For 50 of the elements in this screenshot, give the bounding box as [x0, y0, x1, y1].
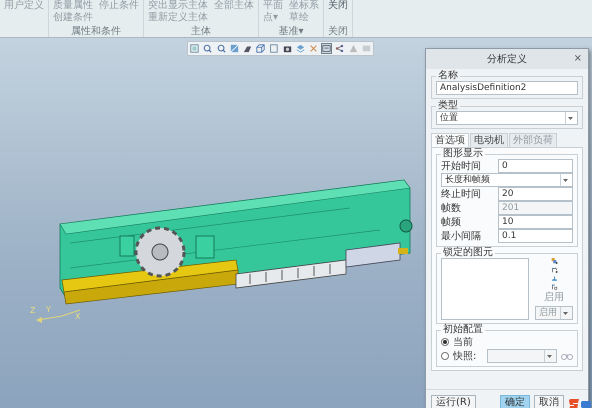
axis-label: X: [75, 312, 80, 321]
caret-icon: [568, 116, 572, 120]
tab[interactable]: 电动机: [470, 133, 508, 147]
field-label: 开始时间: [441, 160, 481, 173]
type-dropdown[interactable]: 位置: [436, 111, 578, 125]
axis-label: Z: [30, 306, 36, 315]
field-label: 最小间隔: [441, 230, 481, 243]
group-label: 初始配置: [442, 325, 484, 335]
field-label: 帧数: [441, 202, 461, 215]
body-lock-icon[interactable]: [548, 258, 560, 264]
page-icon[interactable]: [268, 43, 280, 54]
mode-dropdown[interactable]: 长度和帧频: [441, 173, 573, 187]
radio-button[interactable]: [441, 352, 449, 360]
field-label: 帧频: [441, 216, 461, 229]
zoom-fit-icon[interactable]: [189, 43, 200, 54]
zoom-in-icon[interactable]: [202, 43, 214, 54]
number-field[interactable]: 0.1: [498, 229, 573, 243]
group-label: 属性和条件: [70, 26, 122, 37]
field-label: 启用: [544, 293, 564, 303]
group-label: 关闭: [328, 26, 348, 37]
group-label: 类型: [437, 101, 459, 111]
axis-label: Y: [46, 305, 51, 314]
dialog-title: 分析定义: [487, 52, 527, 66]
zoom-out-icon[interactable]: [216, 43, 226, 54]
number-field[interactable]: 0: [498, 159, 573, 173]
dialog-button[interactable]: 运行(R): [431, 395, 476, 408]
option-label: 当前: [453, 336, 474, 349]
group-label: 主体: [190, 26, 212, 37]
cube-icon[interactable]: [255, 43, 266, 54]
option-label: 快照:: [453, 350, 478, 363]
group-label: 名称: [437, 71, 459, 81]
name-field[interactable]: AnalysisDefinition2: [436, 81, 578, 95]
view-icon[interactable]: [228, 43, 240, 54]
number-field[interactable]: 20: [498, 187, 573, 201]
field-label: 终止时间: [441, 188, 481, 201]
display-icon[interactable]: [321, 43, 332, 54]
connector-icon[interactable]: [334, 43, 346, 54]
radio-button[interactable]: [441, 338, 449, 346]
group-label: 图形显示: [442, 149, 484, 159]
group-label: 锁定的图元: [442, 248, 494, 258]
caret-icon: [546, 354, 552, 358]
tab[interactable]: 首选项: [431, 133, 469, 147]
ime-icon[interactable]: [568, 398, 592, 408]
caret-icon: [562, 178, 568, 182]
close-button[interactable]: ×: [574, 53, 582, 64]
group-label: 基准▾: [277, 26, 305, 37]
dialog-button[interactable]: 取消: [534, 395, 564, 408]
dialog-button[interactable]: 确定: [500, 395, 530, 408]
caret-icon: [562, 312, 568, 314]
number-field[interactable]: 10: [498, 215, 573, 229]
